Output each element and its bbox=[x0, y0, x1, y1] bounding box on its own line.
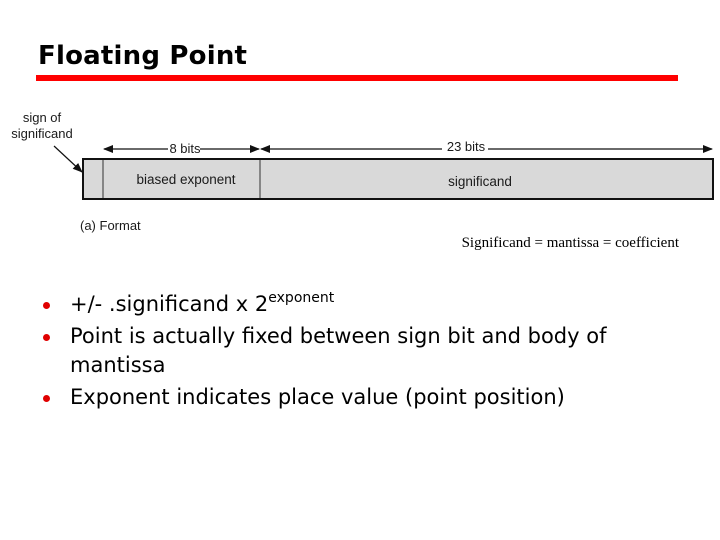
format-caption: (a) Format bbox=[80, 218, 141, 233]
bullet-list: +/- .significand x 2exponent Point is ac… bbox=[40, 290, 690, 415]
bullet-icon bbox=[43, 395, 50, 402]
bullet-text: Exponent indicates place value (point po… bbox=[70, 385, 565, 409]
bullet-item: Exponent indicates place value (point po… bbox=[40, 383, 690, 412]
bullet-item: +/- .significand x 2exponent bbox=[40, 290, 690, 319]
sign-label-line1: sign of bbox=[23, 110, 62, 125]
sign-pointer-arrow bbox=[53, 145, 83, 173]
bullet-text: +/- .significand x 2 bbox=[70, 292, 269, 316]
significand-field-label: significand bbox=[448, 174, 512, 189]
format-diagram-svg: sign of significand 8 bits 23 bits biase… bbox=[11, 110, 714, 233]
sign-bit-field bbox=[84, 160, 103, 198]
bullet-item: Point is actually fixed between sign bit… bbox=[40, 322, 690, 380]
bullet-superscript: exponent bbox=[268, 290, 335, 306]
slide-title: Floating Point bbox=[38, 41, 248, 71]
bullet-icon bbox=[43, 334, 50, 341]
sign-label-line2: significand bbox=[11, 126, 72, 141]
bullet-icon bbox=[43, 302, 50, 309]
bullet-text: Point is actually fixed between sign bit… bbox=[70, 324, 607, 377]
significand-width-label: 23 bits bbox=[447, 139, 486, 154]
terminology-note: Significand = mantissa = coefficient bbox=[461, 235, 679, 251]
title-underline bbox=[36, 75, 678, 81]
float-format-diagram: sign of significand 8 bits 23 bits biase… bbox=[0, 100, 720, 240]
biased-exponent-field-label: biased exponent bbox=[136, 172, 235, 187]
exponent-width-label: 8 bits bbox=[169, 141, 201, 156]
